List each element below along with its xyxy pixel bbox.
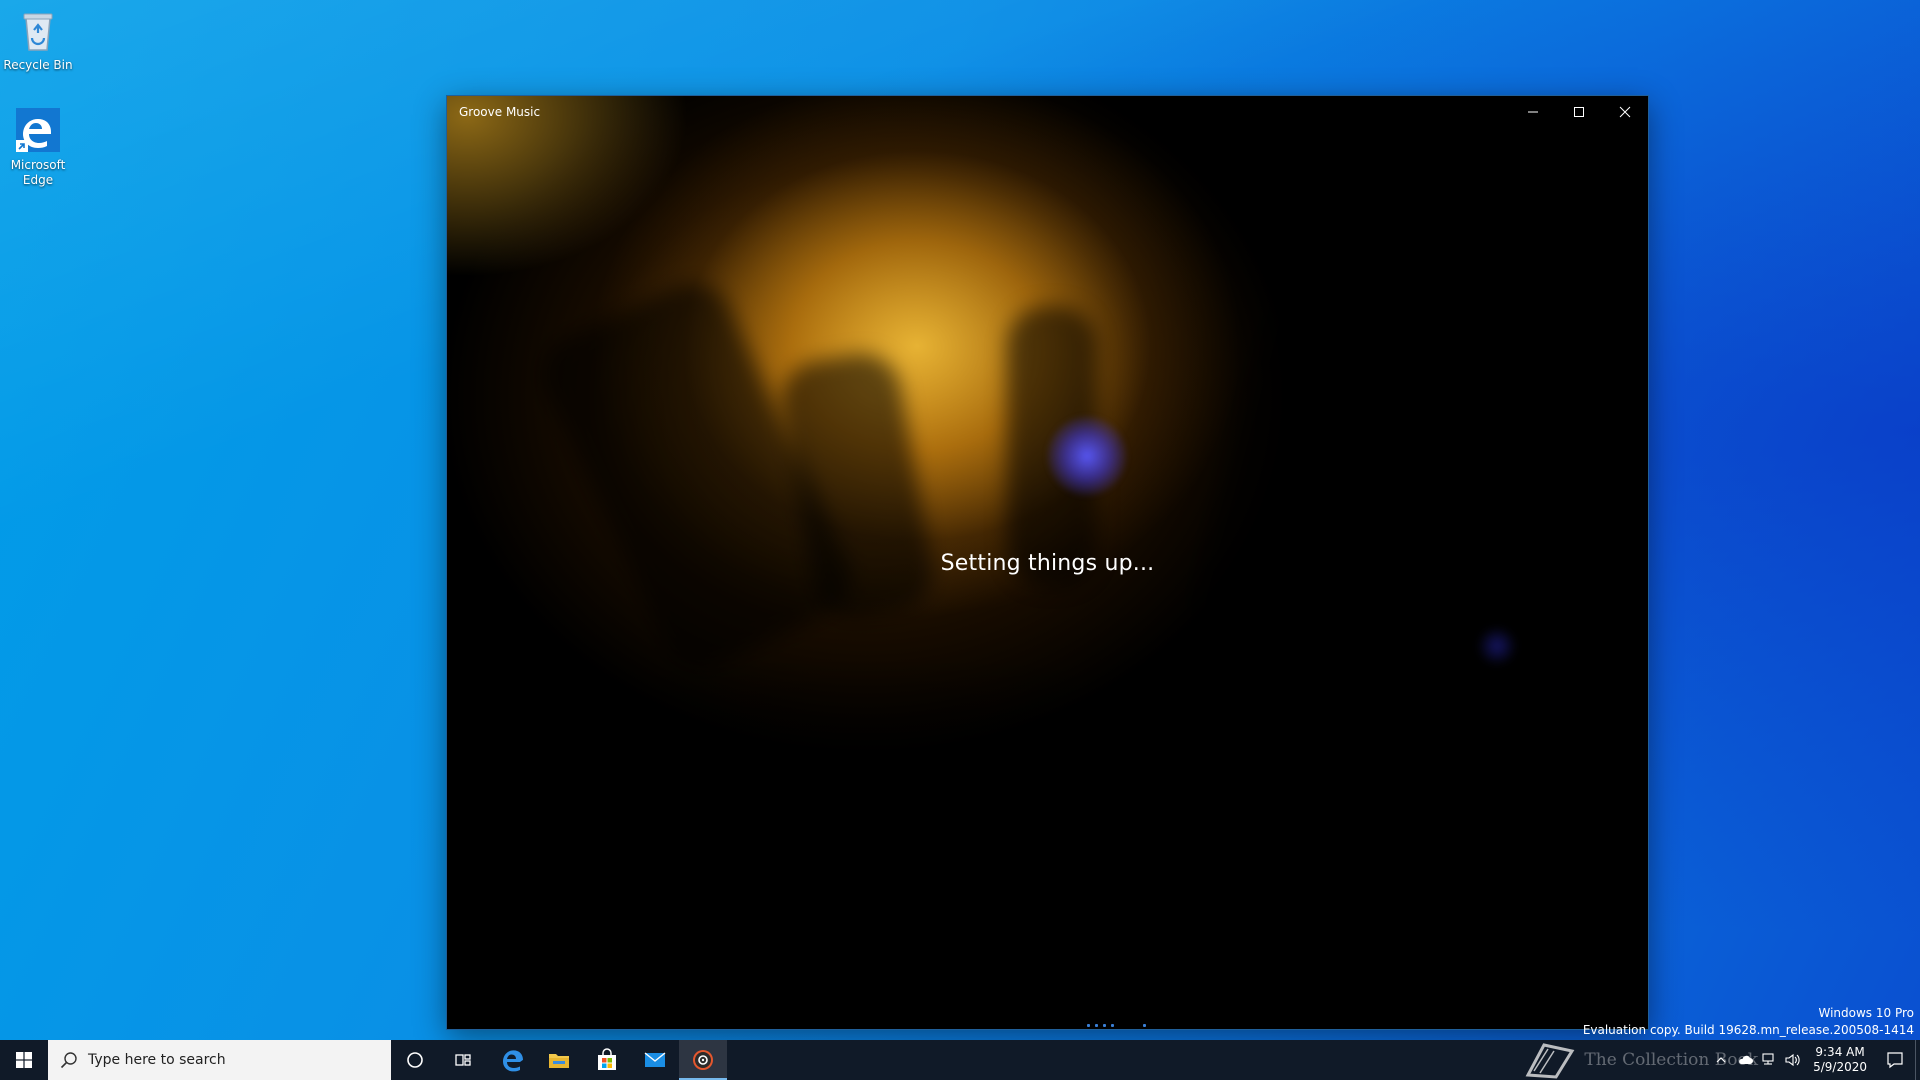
desktop-icon-label: Microsoft Edge: [10, 158, 66, 187]
system-tray: 9:34 AM 5/9/2020: [1709, 1040, 1920, 1080]
light-orb: [1047, 416, 1127, 496]
watermark-edition: Windows 10 Pro: [1818, 1006, 1914, 1020]
clock-date: 5/9/2020: [1813, 1060, 1867, 1074]
tray-volume[interactable]: [1781, 1040, 1805, 1080]
edge-icon: [14, 106, 62, 154]
taskbar-groove-music[interactable]: [679, 1040, 727, 1080]
taskbar-mail[interactable]: [631, 1040, 679, 1080]
title-bar[interactable]: Groove Music: [447, 96, 1648, 128]
recycle-bin-icon: [14, 6, 62, 54]
edge-icon: [503, 1050, 523, 1072]
task-view-button[interactable]: [439, 1040, 487, 1080]
tray-onedrive[interactable]: [1733, 1040, 1757, 1080]
taskbar: Type here to search 9:34 AM 5/9/2020: [0, 1040, 1920, 1080]
desktop-icon-microsoft-edge[interactable]: Microsoft Edge: [0, 106, 76, 188]
taskbar-edge[interactable]: [487, 1040, 535, 1080]
cortana-button[interactable]: [391, 1040, 439, 1080]
setup-status-text: Setting things up...: [940, 551, 1155, 576]
taskbar-clock[interactable]: 9:34 AM 5/9/2020: [1805, 1045, 1875, 1075]
close-icon: [1619, 106, 1631, 118]
cortana-icon: [407, 1052, 423, 1068]
notification-icon: [1887, 1052, 1903, 1069]
search-icon: [60, 1052, 77, 1069]
minimize-icon: [1528, 111, 1538, 113]
start-button[interactable]: [0, 1040, 48, 1080]
maximize-button[interactable]: [1556, 96, 1602, 128]
progress-indicator: [1087, 1024, 1146, 1027]
watermark-build: Evaluation copy. Build 19628.mn_release.…: [1582, 1023, 1914, 1037]
groove-music-icon: [693, 1050, 713, 1070]
evaluation-watermark: Windows 10 Pro Evaluation copy. Build 19…: [1583, 1005, 1914, 1039]
volume-icon: [1785, 1053, 1800, 1067]
taskbar-search-box[interactable]: Type here to search: [48, 1040, 391, 1080]
task-view-icon: [455, 1054, 471, 1066]
taskbar-file-explorer[interactable]: [535, 1040, 583, 1080]
bottom-fade: [447, 656, 1648, 1029]
show-desktop-button[interactable]: [1915, 1040, 1920, 1080]
action-center-button[interactable]: [1875, 1040, 1915, 1080]
file-explorer-icon: [549, 1054, 569, 1068]
maximize-icon: [1574, 107, 1584, 117]
desktop-icon-label: Recycle Bin: [3, 58, 73, 72]
minimize-button[interactable]: [1510, 96, 1556, 128]
groove-music-window[interactable]: Groove Music Setting things up...: [447, 96, 1648, 1029]
network-icon: [1762, 1053, 1774, 1065]
cloud-icon: [1739, 1055, 1754, 1064]
tray-network[interactable]: [1757, 1040, 1781, 1080]
mail-icon: [644, 1052, 666, 1067]
tray-overflow-button[interactable]: [1709, 1040, 1733, 1080]
search-placeholder: Type here to search: [88, 1052, 226, 1068]
chevron-up-icon: [1716, 1057, 1726, 1063]
close-button[interactable]: [1602, 96, 1648, 128]
window-title: Groove Music: [459, 105, 541, 119]
store-icon: [598, 1048, 616, 1070]
windows-logo-icon: [16, 1052, 32, 1068]
clock-time: 9:34 AM: [1815, 1045, 1865, 1059]
taskbar-store[interactable]: [583, 1040, 631, 1080]
desktop-icon-recycle-bin[interactable]: Recycle Bin: [0, 6, 76, 73]
